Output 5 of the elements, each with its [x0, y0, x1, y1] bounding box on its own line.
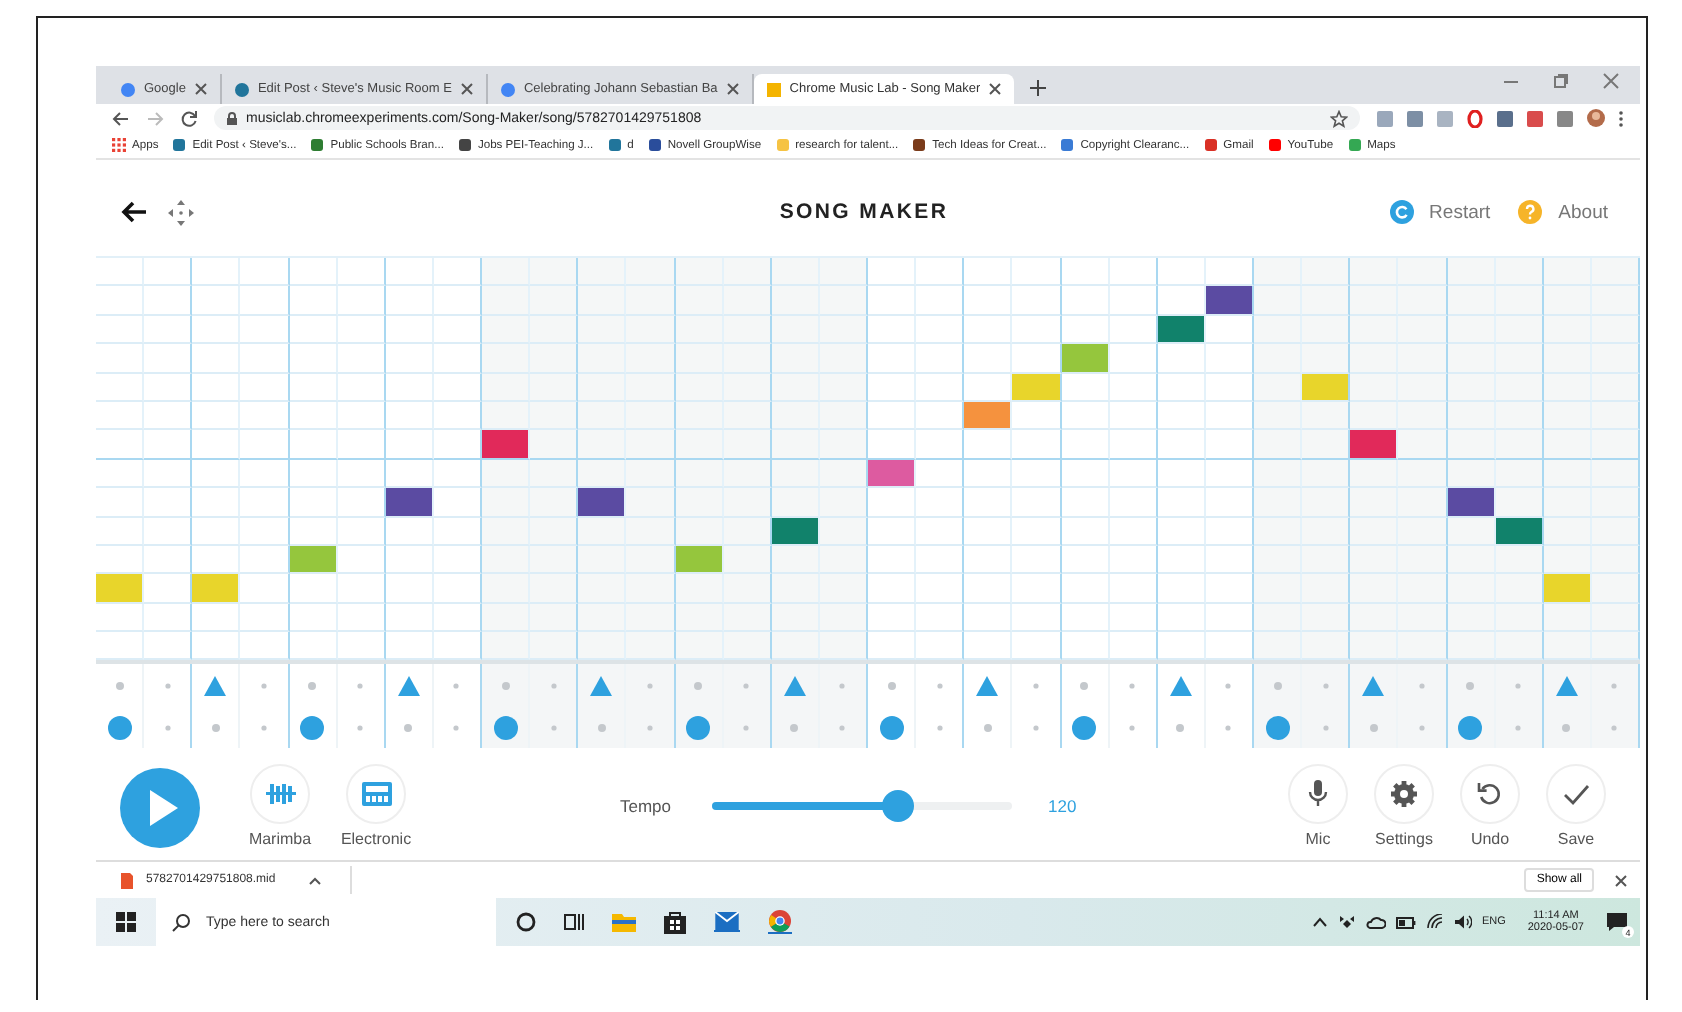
tempo-label: Tempo: [620, 796, 674, 817]
tempo-value: 120: [1048, 796, 1077, 817]
app-title: SONG MAKER: [779, 200, 949, 224]
restart-button[interactable]: Restart: [1389, 196, 1491, 228]
about-button[interactable]: About: [1518, 196, 1608, 228]
